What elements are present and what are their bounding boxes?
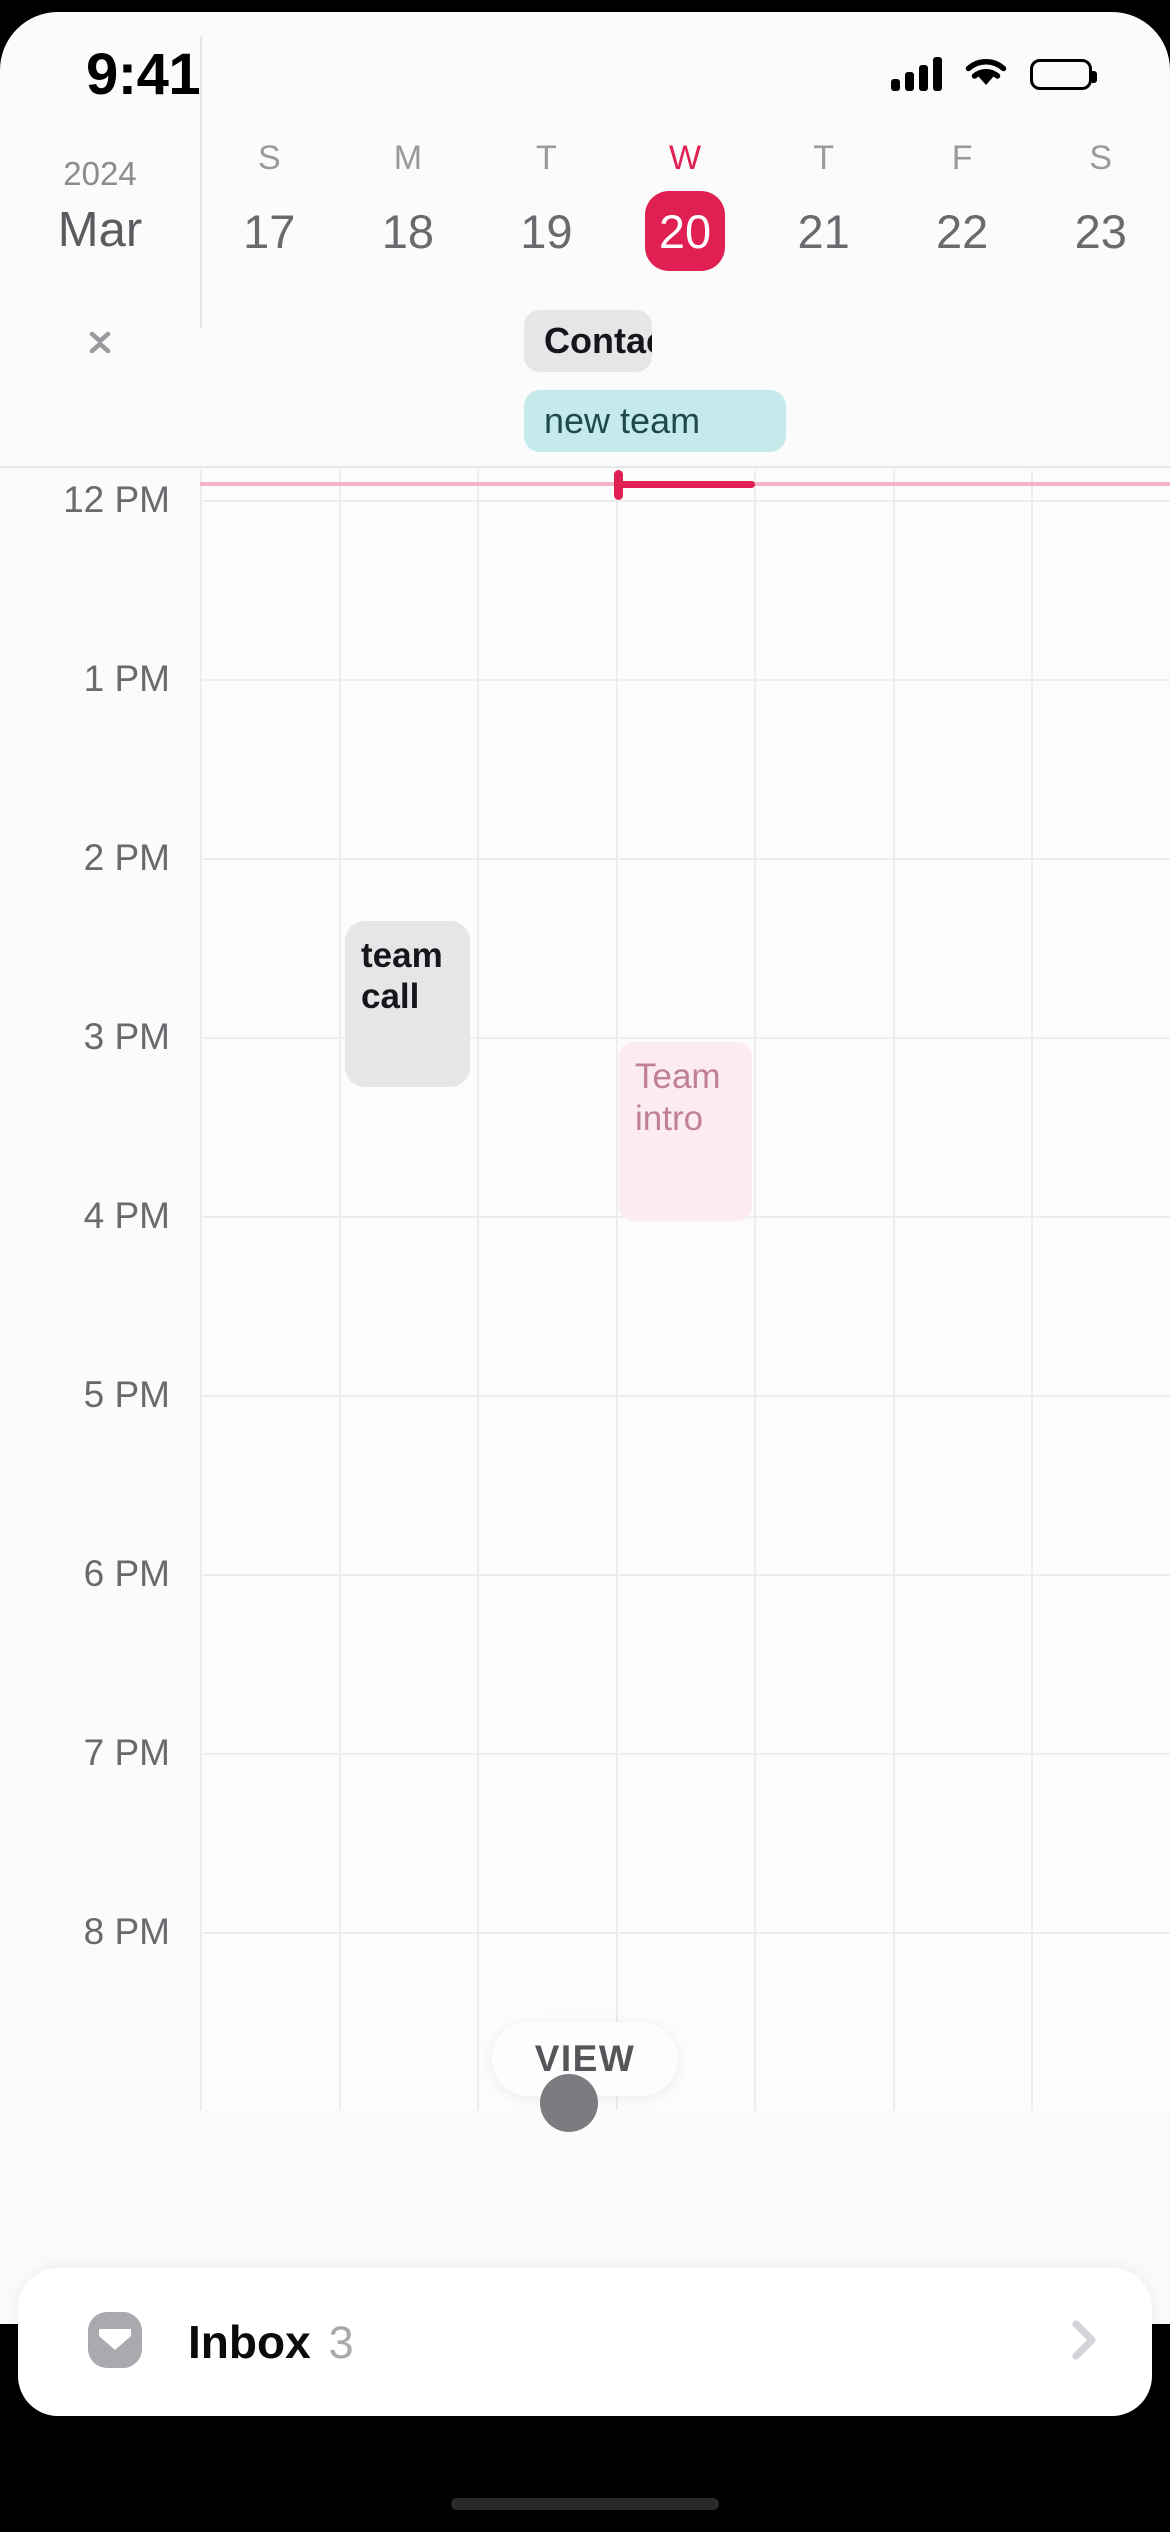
inbox-label-group: Inbox 3 (188, 2315, 1062, 2369)
grid-hour-line (200, 500, 1170, 502)
grid-body[interactable]: team call Team intro (200, 470, 1170, 2110)
grid-hour-line (200, 1932, 1170, 1934)
grid-day-line (477, 470, 479, 2110)
time-label: 7 PM (83, 1732, 170, 1773)
wifi-icon (964, 56, 1008, 93)
event-title: Team intro (635, 1057, 721, 1138)
grid-hour-line (200, 1753, 1170, 1755)
day-column-22[interactable]: F 22 (893, 120, 1032, 288)
day-column-20[interactable]: W 20 (616, 120, 755, 288)
inbox-label: Inbox (188, 2316, 311, 2368)
day-letter: T (536, 139, 557, 177)
all-day-event-new-team[interactable]: new team (524, 390, 786, 452)
status-bar: 9:41 (0, 12, 1170, 120)
chevron-right-icon[interactable] (1062, 2312, 1106, 2373)
time-label: 2 PM (83, 837, 170, 878)
current-time-line (616, 481, 755, 488)
day-number: 23 (1074, 204, 1127, 258)
month-year-label[interactable]: 2024 Mar (0, 120, 200, 288)
event-team-intro[interactable]: Team intro (619, 1042, 752, 1222)
time-grid: 12 PM 1 PM 2 PM 3 PM 4 PM 5 PM 6 PM 7 PM 8 PM te… (0, 470, 1170, 2110)
grid-day-line (754, 470, 756, 2110)
all-day-event-lanes: Contac new team (200, 288, 1170, 466)
day-column-19[interactable]: T 19 (477, 120, 616, 288)
day-column-23[interactable]: S 23 (1031, 120, 1170, 288)
event-title: team call (361, 935, 443, 1016)
header-vertical-divider (200, 36, 202, 328)
year-label: 2024 (63, 155, 137, 192)
day-column-18[interactable]: M 18 (339, 120, 478, 288)
day-number: 20 (645, 191, 726, 271)
collapse-chevrons-icon[interactable] (82, 324, 118, 360)
time-label: 5 PM (83, 1374, 170, 1415)
inbox-card[interactable]: Inbox 3 (18, 2268, 1152, 2416)
inbox-count-badge: 3 (328, 2317, 354, 2368)
time-label: 8 PM (83, 1911, 170, 1952)
status-bar-icons (891, 56, 1097, 93)
day-number: 21 (797, 204, 850, 258)
all-day-event-contact[interactable]: Contac (524, 310, 652, 372)
calendar-app-panel: 9:41 2024 Mar S 17 M 18 T 19 W 20 T 21 F 22 S 23 (0, 12, 1170, 2324)
grid-hour-line (200, 1395, 1170, 1397)
day-column-21[interactable]: T 21 (754, 120, 893, 288)
day-letter: S (1089, 139, 1113, 177)
current-time-marker (614, 470, 623, 500)
time-label: 3 PM (83, 1016, 170, 1057)
phone-screen: 9:41 2024 Mar S 17 M 18 T 19 W 20 T 21 F 22 S 23 (0, 0, 1170, 2532)
time-label: 4 PM (83, 1195, 170, 1236)
time-gutter: 12 PM 1 PM 2 PM 3 PM 4 PM 5 PM 6 PM 7 PM 8 PM (0, 470, 200, 2110)
time-label: 6 PM (83, 1553, 170, 1594)
grid-hour-line (200, 858, 1170, 860)
day-number: 17 (243, 204, 296, 258)
month-label: Mar (57, 203, 143, 257)
grid-hour-line (200, 679, 1170, 681)
day-letter: F (951, 139, 973, 177)
day-number: 19 (520, 204, 573, 258)
day-letter: M (393, 139, 423, 177)
day-number: 18 (381, 204, 434, 258)
grid-day-line (1031, 470, 1033, 2110)
day-letter: T (813, 139, 834, 177)
grid-day-line (339, 470, 341, 2110)
time-label: 1 PM (83, 658, 170, 699)
all-day-event-title: Contac (544, 320, 652, 361)
time-label: 12 PM (63, 479, 170, 520)
grid-day-line (616, 470, 618, 2110)
week-days-row: S 17 M 18 T 19 W 20 T 21 F 22 S 23 (200, 120, 1170, 288)
day-letter: S (257, 139, 281, 177)
touch-cursor-indicator (540, 2074, 598, 2132)
battery-full-icon (1030, 58, 1097, 90)
day-column-17[interactable]: S 17 (200, 120, 339, 288)
mail-icon (82, 2307, 148, 2378)
status-bar-time: 9:41 (86, 41, 201, 107)
grid-day-line (893, 470, 895, 2110)
day-number: 22 (936, 204, 989, 258)
calendar-header: 2024 Mar S 17 M 18 T 19 W 20 T 21 F 22 S 23 (0, 120, 1170, 288)
home-indicator (451, 2498, 719, 2510)
all-day-row: Contac new team (0, 288, 1170, 468)
grid-hour-line (200, 1574, 1170, 1576)
all-day-event-title: new team (544, 400, 701, 441)
event-team-call[interactable]: team call (345, 920, 470, 1088)
day-letter: W (668, 139, 702, 177)
all-day-gutter (0, 288, 200, 466)
cellular-bars-icon (891, 57, 942, 91)
grid-day-line (200, 470, 202, 2110)
